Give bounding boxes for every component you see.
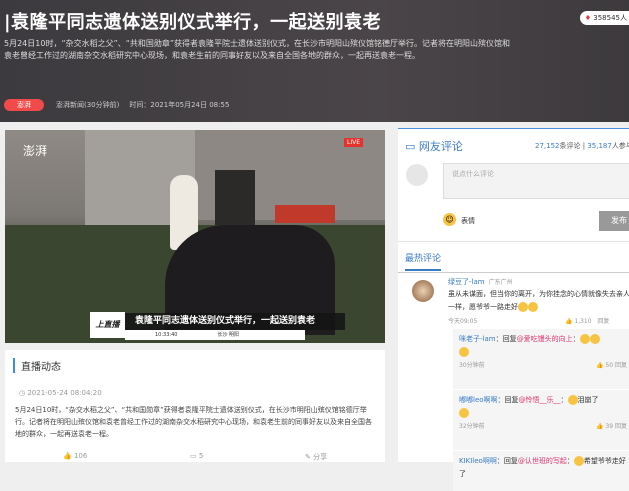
like-button[interactable]: 👍 106 — [63, 452, 87, 460]
like-count: 1,310 — [574, 318, 592, 325]
like-button[interactable]: 👍 39 — [596, 423, 613, 430]
comment-time: 今天09:05 — [448, 318, 478, 325]
comment-button[interactable]: ▭ 5 — [190, 452, 203, 460]
comment-username[interactable]: 绿豆了-lam — [448, 278, 485, 286]
video-scene-door — [215, 170, 255, 225]
like-count: 106 — [73, 452, 88, 460]
article-meta: 澎湃新闻(30分钟前) 时间：2021年05月24日 08:55 — [56, 100, 239, 110]
like-count: 39 — [605, 423, 614, 430]
page-title: |袁隆平同志遗体送别仪式举行，一起送别袁老 — [4, 12, 382, 33]
publish-time: 时间：2021年05月24日 08:55 — [129, 101, 230, 109]
reply-tail: 泪崩了 — [577, 396, 599, 404]
comment-total-label: 条评论 — [559, 142, 581, 150]
source-text: 澎湃新闻(30分钟前) — [56, 101, 120, 109]
participant-total: 35,187 — [587, 142, 612, 150]
crying-emoji-icon — [518, 302, 528, 312]
feed-title: 直播动态 — [13, 358, 61, 373]
comment-user[interactable]: 绿豆了-lam 广东广州 — [448, 277, 513, 287]
crying-emoji-icon — [459, 347, 469, 357]
mention-link[interactable]: @爱吃馒头的向上 — [517, 335, 573, 343]
crying-emoji-icon — [528, 302, 538, 312]
hot-tab-label: 最热评论 — [405, 251, 442, 271]
feed-timestamp: 2021-05-24 08:04:20 — [27, 389, 102, 397]
comment-text: 虽从未谋面，但当你的离开，为你挂念的心情就像失去亲人一样，愿爷爷一路走好 — [448, 288, 629, 314]
tab-hot-comments[interactable]: 最热评论 — [398, 241, 629, 271]
caption-time: 10:33:40 — [155, 332, 178, 338]
share-button[interactable]: ✎ 分享 — [305, 452, 327, 462]
reply-item: 咪老子-lam：回复@爱吃馒头的向上： 30分钟前 👍 50 回复 — [453, 329, 629, 389]
reply-button[interactable]: 回复 — [615, 362, 627, 369]
feed-text: 5月24日10时，“杂交水稻之父”、“共和国勋章”获得者袁隆平院士遗体送别仪式，… — [15, 406, 372, 438]
comment-location: 广东广州 — [488, 279, 513, 286]
video-caption-sub: 10:33:40 长沙 明阳 — [125, 330, 305, 340]
video-logo: 澎湃 — [23, 144, 48, 158]
reply-text: 回复 — [504, 396, 519, 404]
reply-button[interactable]: 回复 — [615, 423, 627, 430]
feed-time: ◷ 2021-05-24 08:04:20 — [19, 389, 102, 397]
share-label: 分享 — [313, 453, 328, 461]
avatar[interactable] — [412, 280, 434, 302]
emoji-icon[interactable]: ☺ — [443, 213, 456, 226]
video-caption: 袁隆平同志遗体送别仪式举行，一起送别袁老 — [125, 313, 345, 330]
reply-item: 嘟嘟leo啊啊：回复@怜悟__乐__： 泪崩了 32分钟前 👍 39 回复 — [453, 390, 629, 450]
emoji-label[interactable]: 表情 — [461, 216, 475, 226]
reply-time: 30分钟前 — [459, 362, 485, 369]
reply-item: KIKIleo啊啊：回复@认世班的写起： 希望爷爷走好了 — [453, 451, 629, 491]
reply-text: 回复 — [503, 457, 518, 465]
like-button[interactable]: 👍 50 — [596, 362, 613, 369]
caption-location: 长沙 明阳 — [217, 332, 240, 338]
reply-button[interactable]: 回复 — [597, 318, 609, 325]
live-video-player[interactable]: 澎湃 LIVE 上直播 袁隆平同志遗体送别仪式举行，一起送别袁老 10:33:4… — [5, 130, 385, 343]
comments-panel: ▭ 网友评论 27,152条评论 | 35,187人参与 说点什么评论 ☺ 表情… — [398, 128, 629, 491]
live-badge: LIVE — [343, 138, 363, 147]
mention-link[interactable]: @认世班的写起 — [518, 457, 567, 465]
like-button[interactable]: 👍 1,310 — [565, 318, 592, 325]
crying-emoji-icon — [589, 334, 600, 344]
crying-emoji-icon — [567, 395, 578, 405]
comment-input[interactable]: 说点什么评论 — [443, 163, 629, 199]
comment-actions: 👍 1,310 回复 — [565, 316, 609, 325]
reply-user[interactable]: 嘟嘟leo啊啊 — [459, 396, 498, 404]
crying-emoji-icon — [579, 334, 590, 344]
source-tag[interactable]: 澎湃 — [4, 99, 44, 111]
comment-body: 虽从未谋面，但当你的离开，为你挂念的心情就像失去亲人一样，愿爷爷一路走好 — [448, 290, 629, 311]
comment-count: 5 — [198, 452, 204, 460]
crying-emoji-icon — [459, 408, 469, 418]
article-header: |袁隆平同志遗体送别仪式举行，一起送别袁老 ♦ 358545人 5月24日10时… — [0, 0, 629, 122]
reply-time: 32分钟前 — [459, 423, 485, 430]
crying-emoji-icon — [573, 456, 584, 466]
article-description: 5月24日10时，“杂交水稻之父”、“共和国勋章”获得者袁隆平院士遗体送别仪式，… — [4, 39, 511, 60]
user-avatar — [406, 164, 428, 186]
mention-link[interactable]: @怜悟__乐__ — [519, 396, 561, 404]
divider — [398, 272, 629, 273]
comment-total: 27,152 — [535, 142, 560, 150]
heat-badge: ♦ 358545人 — [579, 11, 629, 25]
video-scene-rail — [275, 205, 335, 223]
heat-count: 358545人 — [593, 14, 627, 22]
reply-user[interactable]: 咪老子-lam — [459, 335, 496, 343]
reply-user[interactable]: KIKIleo啊啊 — [459, 457, 497, 465]
comment-stats: 27,152条评论 | 35,187人参与 — [535, 141, 629, 151]
caption-badge: 上直播 — [90, 312, 125, 338]
fire-icon: ♦ — [584, 14, 592, 22]
comments-title: ▭ 网友评论 — [405, 138, 463, 154]
like-count: 50 — [605, 362, 614, 369]
publish-button[interactable]: 发布 — [599, 211, 629, 231]
participant-label: 人参与 — [611, 142, 629, 150]
comment-icon: ▭ — [405, 140, 416, 153]
live-feed: 直播动态 ◷ 2021-05-24 08:04:20 5月24日10时，“杂交水… — [5, 350, 385, 462]
reply-text: 回复 — [502, 335, 517, 343]
comments-title-text: 网友评论 — [418, 140, 463, 153]
